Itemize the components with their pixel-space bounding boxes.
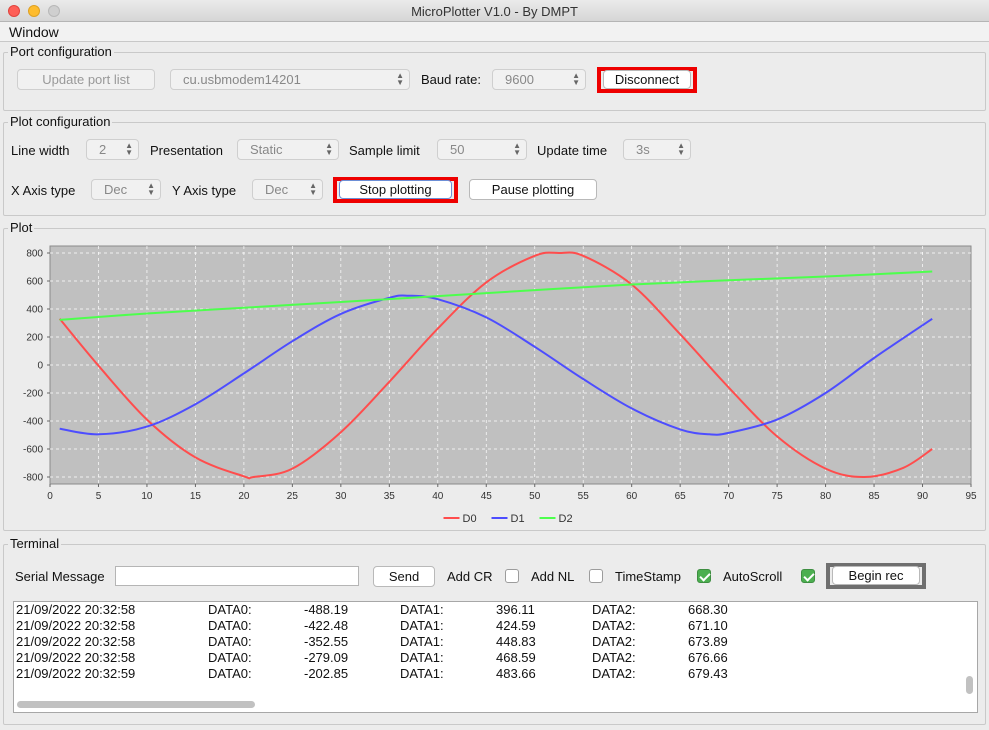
y-tick-label: -800: [23, 473, 43, 484]
x-tick-label: 85: [868, 491, 880, 502]
legend-label: D0: [463, 513, 477, 525]
log-key: DATA1:: [400, 618, 444, 633]
y-tick-label: 0: [37, 361, 43, 372]
x-tick-label: 30: [335, 491, 347, 502]
log-value: 673.89: [688, 634, 728, 649]
x-tick-label: 70: [723, 491, 735, 502]
x-tick-label: 40: [432, 491, 444, 502]
vertical-scrollbar[interactable]: [966, 676, 973, 694]
x-tick-label: 20: [238, 491, 250, 502]
y-tick-label: 200: [26, 333, 43, 344]
x-tick-label: 50: [529, 491, 541, 502]
log-key: DATA1:: [400, 650, 444, 665]
serial-message-label: Serial Message: [15, 569, 105, 584]
log-key: DATA0:: [208, 634, 252, 649]
legend-label: D2: [559, 513, 573, 525]
log-value: -422.48: [304, 618, 349, 633]
log-time: 21/09/2022 20:32:58: [16, 650, 136, 665]
x-tick-label: 80: [820, 491, 832, 502]
x-tick-label: 65: [675, 491, 687, 502]
timestamp-label: TimeStamp: [615, 569, 681, 584]
log-key: DATA2:: [592, 666, 636, 681]
x-tick-label: 0: [47, 491, 53, 502]
x-tick-label: 45: [481, 491, 493, 502]
log-key: DATA2:: [592, 602, 636, 617]
log-value: -279.09: [304, 650, 349, 665]
log-value: 483.66: [496, 666, 536, 681]
log-key: DATA1:: [400, 602, 444, 617]
log-value: 676.66: [688, 650, 728, 665]
x-tick-label: 35: [384, 491, 396, 502]
log-value: -202.85: [304, 666, 349, 681]
autoscroll-checkbox[interactable]: [801, 569, 815, 583]
terminal-title: Terminal: [8, 536, 62, 551]
add-cr-checkbox[interactable]: [505, 569, 519, 583]
log-time: 21/09/2022 20:32:58: [16, 634, 136, 649]
log-value: 448.83: [496, 634, 536, 649]
y-tick-label: -200: [23, 389, 43, 400]
y-tick-label: 400: [26, 305, 43, 316]
send-button[interactable]: Send: [373, 566, 435, 587]
y-tick-label: -400: [23, 417, 43, 428]
x-tick-label: 90: [917, 491, 929, 502]
log-key: DATA0:: [208, 650, 252, 665]
log-value: 396.11: [496, 602, 535, 617]
autoscroll-label: AutoScroll: [723, 569, 783, 584]
add-nl-label: Add NL: [531, 569, 575, 584]
terminal-output[interactable]: 21/09/2022 20:32:58 DATA0: -488.19 DATA1: 39…: [13, 601, 978, 713]
log-value: 468.59: [496, 650, 536, 665]
add-nl-checkbox[interactable]: [589, 569, 603, 583]
x-tick-label: 5: [96, 491, 102, 502]
y-tick-label: -600: [23, 445, 43, 456]
y-tick-label: 800: [26, 249, 43, 260]
x-tick-label: 55: [578, 491, 590, 502]
log-time: 21/09/2022 20:32:58: [16, 602, 136, 617]
x-tick-label: 15: [190, 491, 202, 502]
x-tick-label: 95: [965, 491, 977, 502]
x-tick-label: 10: [141, 491, 153, 502]
legend-label: D1: [511, 513, 525, 525]
log-key: DATA0:: [208, 666, 252, 681]
log-key: DATA2:: [592, 618, 636, 633]
log-value: 679.43: [688, 666, 728, 681]
log-key: DATA2:: [592, 634, 636, 649]
log-value: 668.30: [688, 602, 728, 617]
log-key: DATA1:: [400, 666, 444, 681]
log-value: -352.55: [304, 634, 349, 649]
add-cr-label: Add CR: [447, 569, 493, 584]
log-key: DATA0:: [208, 602, 252, 617]
log-time: 21/09/2022 20:32:59: [16, 666, 136, 681]
log-value: 424.59: [496, 618, 536, 633]
horizontal-scrollbar[interactable]: [17, 701, 255, 708]
x-tick-label: 25: [287, 491, 299, 502]
log-value: -488.19: [304, 602, 349, 617]
log-key: DATA2:: [592, 650, 636, 665]
log-key: DATA1:: [400, 634, 444, 649]
x-tick-label: 60: [626, 491, 638, 502]
log-value: 671.10: [688, 618, 728, 633]
timestamp-checkbox[interactable]: [697, 569, 711, 583]
begin-rec-button[interactable]: Begin rec: [832, 566, 920, 585]
log-time: 21/09/2022 20:32:58: [16, 618, 136, 633]
x-tick-label: 75: [772, 491, 784, 502]
serial-message-input[interactable]: [115, 566, 359, 586]
y-tick-label: 600: [26, 277, 43, 288]
log-key: DATA0:: [208, 618, 252, 633]
